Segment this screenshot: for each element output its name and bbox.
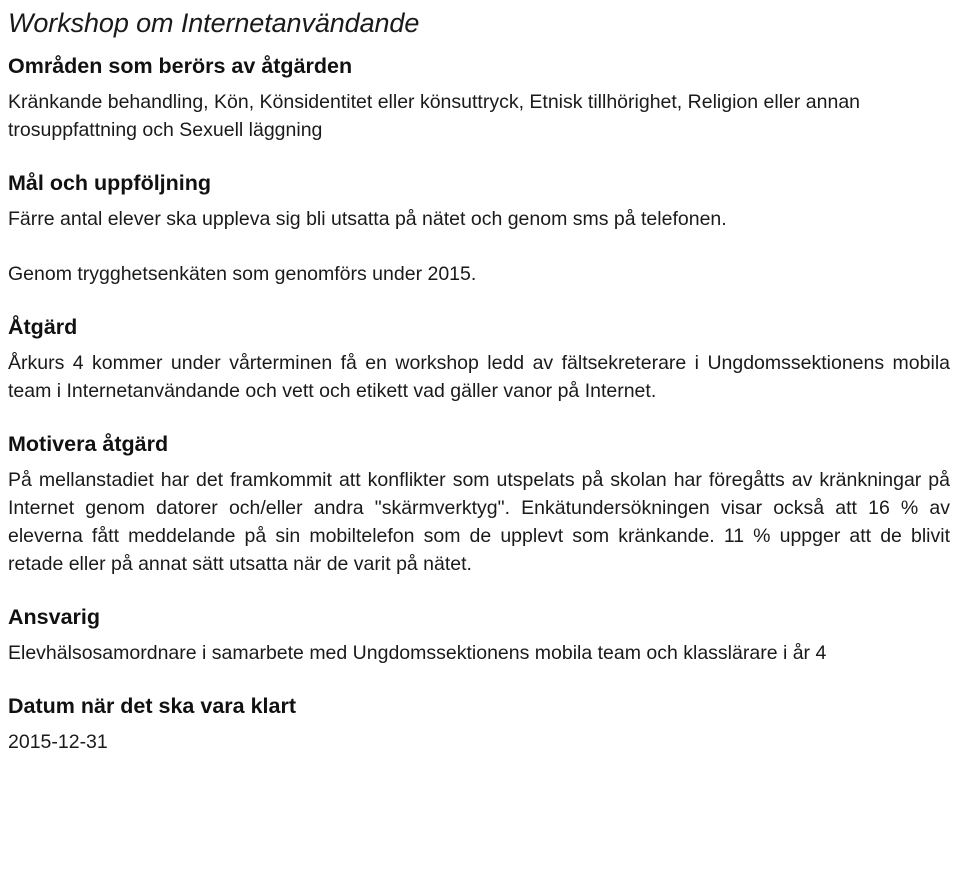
section-datum: Datum när det ska vara klart 2015-12-31 (8, 694, 950, 756)
section-mal-och-uppfoljning: Mål och uppföljning Färre antal elever s… (8, 171, 950, 288)
section-heading-atgard: Åtgärd (8, 314, 78, 339)
section-heading-datum: Datum när det ska vara klart (8, 693, 296, 718)
document-page: Workshop om Internetanvändande Områden s… (0, 4, 960, 887)
section-heading-mal-och-uppfoljning: Mål och uppföljning (8, 170, 212, 195)
section-paragraph-mal-1: Färre antal elever ska uppleva sig bli u… (8, 207, 727, 230)
section-heading-ansvarig: Ansvarig (8, 604, 101, 629)
section-atgard: Åtgärd Årkurs 4 kommer under vårterminen… (8, 315, 950, 405)
section-paragraph-motivera-atgard: På mellanstadiet har det framkommit att … (8, 468, 950, 575)
section-paragraph-ansvarig: Elevhälsosamordnare i samarbete med Ungd… (8, 641, 827, 664)
section-heading-omraden: Områden som berörs av åtgärden (8, 53, 353, 78)
section-paragraph-atgard: Årkurs 4 kommer under vårterminen få en … (8, 351, 950, 402)
section-omraden: Områden som berörs av åtgärden Kränkande… (8, 54, 950, 144)
section-paragraph-datum: 2015-12-31 (8, 730, 108, 753)
section-motivera-atgard: Motivera åtgärd På mellanstadiet har det… (8, 432, 950, 578)
section-paragraph-omraden: Kränkande behandling, Kön, Könsidentitet… (8, 90, 861, 141)
section-heading-motivera-atgard: Motivera åtgärd (8, 431, 169, 456)
section-paragraph-mal-2: Genom trygghetsenkäten som genomförs und… (8, 262, 477, 285)
section-ansvarig: Ansvarig Elevhälsosamordnare i samarbete… (8, 605, 950, 667)
page-title: Workshop om Internetanvändande (8, 8, 420, 38)
